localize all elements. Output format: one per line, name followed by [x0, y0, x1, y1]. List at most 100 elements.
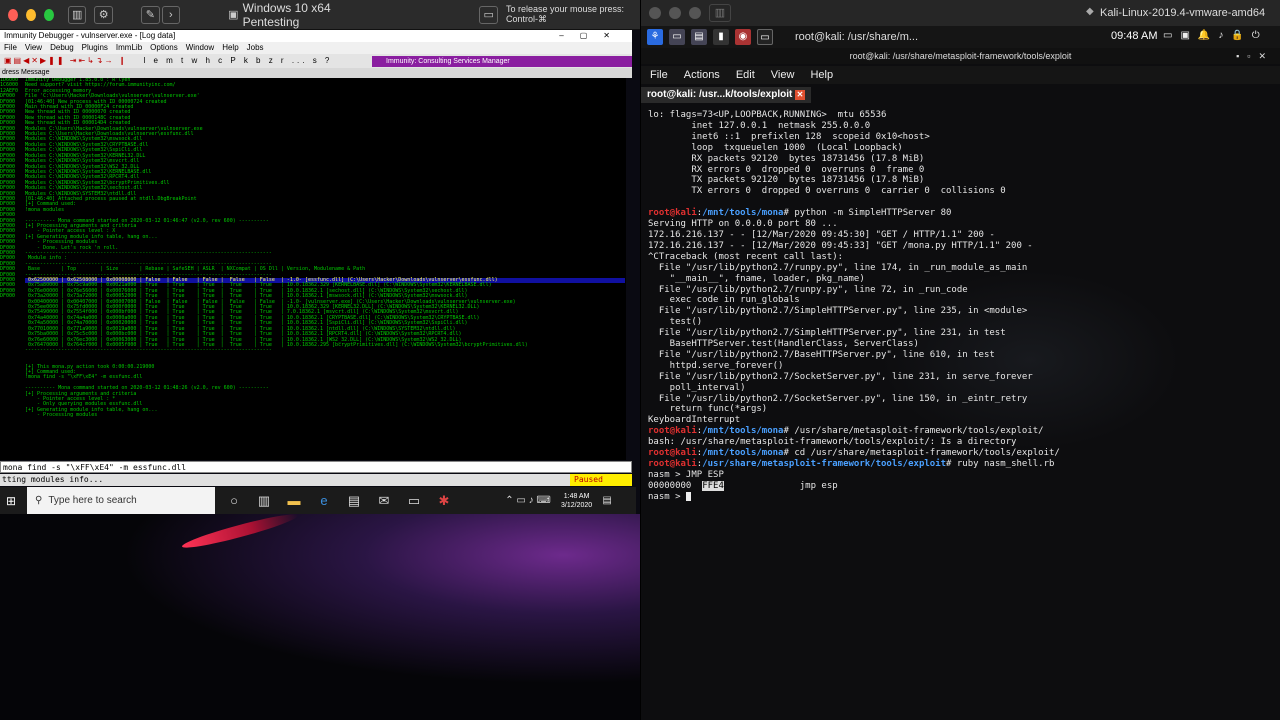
- terminal-text: nasm > JMP ESP: [648, 469, 724, 480]
- command-bar[interactable]: mona find -s "\xFF\xE4" -m essfunc.dll: [0, 461, 632, 473]
- taskbar-search[interactable]: ⚲ Type here to search: [27, 487, 215, 514]
- close-icon[interactable]: [8, 8, 18, 21]
- menu-help[interactable]: Help: [810, 66, 833, 84]
- debugger-title: Immunity Debugger - vulnserver.exe - [Lo…: [4, 31, 176, 40]
- terminal-menu-bar: File Actions Edit View Help: [641, 66, 1280, 84]
- terminal-line: ^CTraceback (most recent call last):: [648, 252, 1278, 263]
- menu-edit[interactable]: Edit: [736, 66, 755, 84]
- store-icon[interactable]: ▤: [343, 490, 365, 512]
- cortana-icon[interactable]: ○: [223, 490, 245, 512]
- window-controls[interactable]: –▢✕: [559, 30, 626, 42]
- menu-window[interactable]: Window: [186, 42, 214, 54]
- terminal-title-bar: root@kali: /usr/share/metasploit-framewo…: [641, 48, 1280, 64]
- kali-vm-window[interactable]: ▥ ◆ Kali-Linux-2019.4-vmware-amd64 ⚘ ▭ ▤…: [641, 0, 1280, 720]
- message-column: Immunity Debugger 1.85.0.0 : R'lyeh Need …: [25, 78, 625, 460]
- screen-icon[interactable]: ▭: [479, 5, 498, 24]
- edge-icon[interactable]: e: [313, 490, 335, 512]
- terminal-line: TX errors 0 dropped 0 overruns 0 carrier…: [648, 186, 1278, 197]
- terminal-text: ^CTraceback (most recent call last):: [648, 251, 844, 262]
- clock-time: 1:48 AM: [563, 492, 590, 500]
- terminal-text: File "/usr/lib/python2.7/runpy.py", line…: [648, 284, 968, 295]
- vm-title-bar: ▥ ⚙ ✎ › ▣ Windows 10 x64 Pentesting ▭ To…: [0, 0, 640, 30]
- menu-help[interactable]: Help: [222, 42, 238, 54]
- active-window-label[interactable]: root@kali: /usr/share/m...: [795, 31, 918, 43]
- menu-jobs[interactable]: Jobs: [247, 42, 264, 54]
- terminal-text: File "/usr/lib/python2.7/runpy.py", line…: [648, 262, 1028, 273]
- workspace-icon[interactable]: ▭: [669, 29, 685, 45]
- terminal-line: RX packets 92120 bytes 18731456 (17.8 Mi…: [648, 154, 1278, 165]
- terminal-text: test(): [648, 317, 703, 328]
- menu-view[interactable]: View: [25, 42, 42, 54]
- terminal-text: File "/usr/lib/python2.7/SimpleHTTPServe…: [648, 328, 1006, 339]
- consulting-services-banner[interactable]: Immunity: Consulting Services Manager: [372, 56, 632, 67]
- close-icon[interactable]: [649, 7, 661, 19]
- terminal-output[interactable]: lo: flags=73<UP,LOOPBACK,RUNNING> mtu 65…: [648, 110, 1278, 510]
- toolbar-buttons-icon[interactable]: ▣▤◀✕▶❚❚ ⇥⇤↳↴→ ❙: [4, 54, 128, 68]
- close-tab-icon[interactable]: ✕: [795, 90, 805, 100]
- terminal-line: File "/usr/lib/python2.7/SimpleHTTPServe…: [648, 306, 1278, 317]
- terminal-text: root@kali: [648, 208, 697, 219]
- files-icon[interactable]: ▤: [691, 29, 707, 45]
- terminal-line: inet 127.0.0.1 netmask 255.0.0.0: [648, 121, 1278, 132]
- chevron-right-icon[interactable]: ›: [161, 5, 181, 24]
- log-data-pane[interactable]: 1D6000 1C6000 12AEF0 DF000 DF000 DF000 DF000 D…: [0, 78, 626, 460]
- snapshot-icon[interactable]: ▥: [67, 5, 87, 24]
- wrench-icon[interactable]: ✎: [141, 5, 160, 24]
- terminal-text: root@kali: [648, 448, 697, 459]
- terminal-line: Serving HTTP on 0.0.0.0 port 80 ...: [648, 219, 1278, 230]
- terminal-tab[interactable]: root@kali: /usr...k/tools/exploit ✕: [641, 87, 811, 103]
- panel-clock[interactable]: 09:48 AM: [1111, 30, 1157, 42]
- menu-view[interactable]: View: [771, 66, 795, 84]
- terminal-icon[interactable]: ▮: [713, 29, 729, 45]
- terminal-line: bash: /usr/share/metasploit-framework/to…: [648, 437, 1278, 448]
- menu-actions[interactable]: Actions: [684, 66, 720, 84]
- panel-tray-icons[interactable]: ▭▣🔔♪🔒⏻: [1163, 30, 1268, 41]
- command-text: # /usr/share/metasploit-framework/tools/…: [783, 426, 1044, 437]
- notifications-icon[interactable]: ▤: [596, 490, 618, 512]
- taskbar-clock[interactable]: 1:48 AM 3/12/2020: [561, 492, 592, 510]
- terminal-icon[interactable]: ▭: [403, 490, 425, 512]
- task-view-icon[interactable]: ▥: [253, 490, 275, 512]
- command-text: # cd /usr/share/metasploit-framework/too…: [783, 448, 1060, 459]
- kali-top-panel: ⚘ ▭ ▤ ▮ ◉ ▭ root@kali: /usr/share/m... 0…: [641, 26, 1280, 48]
- mail-icon[interactable]: ✉: [373, 490, 395, 512]
- settings-icon[interactable]: ⚙: [94, 5, 114, 24]
- maximize-icon[interactable]: [43, 8, 54, 21]
- menu-file[interactable]: File: [4, 42, 17, 54]
- terminal-line: lo: flags=73<UP,LOOPBACK,RUNNING> mtu 65…: [648, 110, 1278, 121]
- terminal-text: return func(*args): [648, 404, 768, 415]
- terminal-line: httpd.serve_forever(): [648, 361, 1278, 372]
- terminal-app-icon[interactable]: ▭: [757, 29, 773, 45]
- file-explorer-icon[interactable]: ▬: [283, 490, 305, 512]
- tray-icons[interactable]: ⌃ ▭ ♪ ⌨: [501, 490, 555, 512]
- maximize-icon[interactable]: [689, 7, 701, 19]
- toolbar-letters[interactable]: l e m t w h c P k b z r ... s ?: [144, 54, 333, 68]
- menu-immlib[interactable]: ImmLib: [116, 42, 142, 54]
- terminal-text: root@kali: [648, 459, 697, 469]
- browser-icon[interactable]: ◉: [735, 29, 751, 45]
- terminal-line: inet6 ::1 prefixlen 128 scopeid 0x10<hos…: [648, 132, 1278, 143]
- menu-options[interactable]: Options: [150, 42, 178, 54]
- terminal-text: root@kali: [648, 426, 697, 437]
- menu-debug[interactable]: Debug: [50, 42, 74, 54]
- minimize-icon[interactable]: [25, 8, 36, 21]
- terminal-text: TX errors 0 dropped 0 overruns 0 carrier…: [648, 186, 1006, 197]
- terminal-text: loop txqueuelen 1000 (Local Loopback): [648, 142, 903, 153]
- search-placeholder: Type here to search: [48, 495, 137, 506]
- snapshot-icon[interactable]: ▥: [709, 4, 731, 22]
- start-icon[interactable]: ⊞: [6, 494, 16, 508]
- menu-plugins[interactable]: Plugins: [82, 42, 108, 54]
- kali-menu-icon[interactable]: ⚘: [647, 29, 663, 45]
- terminal-text: inet6 ::1 prefixlen 128 scopeid 0x10<hos…: [648, 131, 930, 142]
- terminal-line: KeyboardInterrupt: [648, 415, 1278, 426]
- immunity-debugger-icon[interactable]: ✱: [433, 490, 455, 512]
- menu-file[interactable]: File: [650, 66, 668, 84]
- window-controls[interactable]: ▪▫✕: [1236, 48, 1274, 64]
- kali-vm-title: Kali-Linux-2019.4-vmware-amd64: [1100, 7, 1266, 19]
- terminal-line: loop txqueuelen 1000 (Local Loopback): [648, 143, 1278, 154]
- terminal-line: root@kali:/mnt/tools/mona# /usr/share/me…: [648, 426, 1044, 437]
- terminal-text: 172.16.216.137 - - [12/Mar/2020 09:45:33…: [648, 240, 1033, 251]
- windows-vm-window[interactable]: ▥ ⚙ ✎ › ▣ Windows 10 x64 Pentesting ▭ To…: [0, 0, 640, 720]
- minimize-icon[interactable]: [669, 7, 681, 19]
- tab-label: root@kali: /usr...k/tools/exploit: [647, 89, 793, 100]
